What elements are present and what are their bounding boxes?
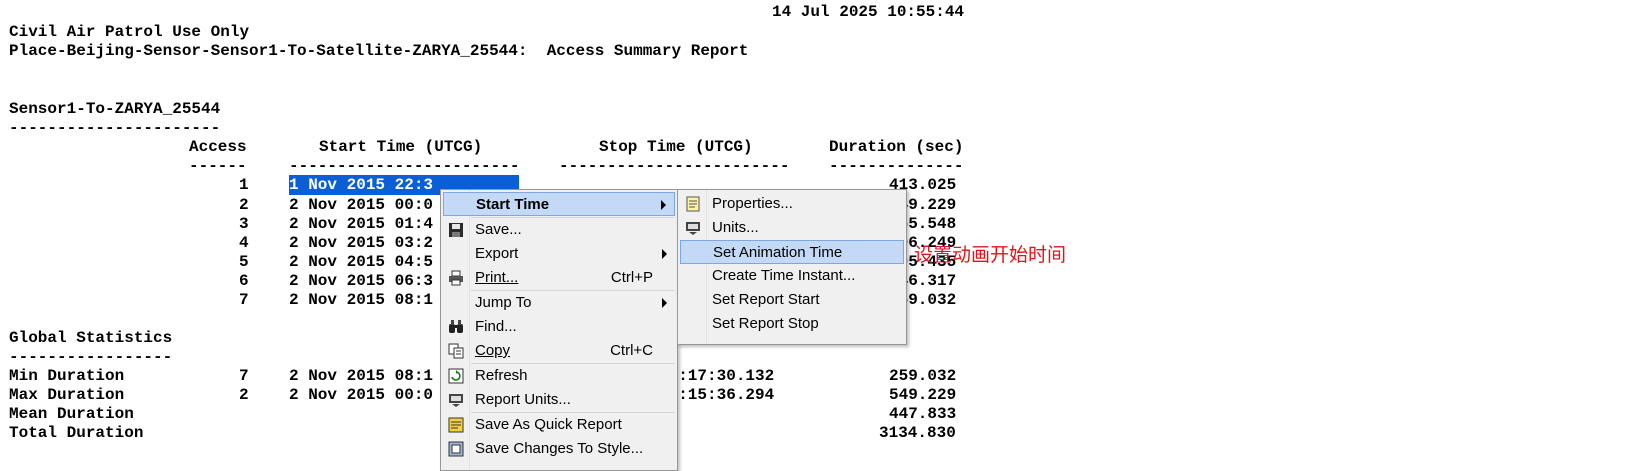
- submenu-item-label: Properties...: [712, 195, 793, 212]
- binoculars-icon: [448, 319, 464, 335]
- column-header-access: Access: [189, 138, 247, 156]
- menu-item-copy[interactable]: Copy Ctrl+C: [443, 339, 675, 363]
- properties-icon: [685, 196, 701, 212]
- min-duration-label: Min Duration: [9, 367, 125, 385]
- menu-item-label: Export: [475, 245, 519, 262]
- row-access: 4: [239, 234, 249, 252]
- menu-item-label: Refresh: [475, 367, 528, 384]
- submenu-arrow-icon: [662, 249, 667, 259]
- max-duration-start: 2 Nov 2015 00:0: [289, 386, 434, 404]
- rule-stop: ------------------------: [559, 157, 790, 175]
- printer-icon: [448, 270, 464, 286]
- menu-item-report-units[interactable]: Report Units...: [443, 388, 675, 412]
- row-start: 2 Nov 2015 04:5: [289, 253, 434, 271]
- quick-report-icon: [448, 417, 464, 433]
- units-icon: [448, 392, 464, 408]
- report-title: Place-Beijing-Sensor-Sensor1-To-Satellit…: [9, 42, 749, 60]
- submenu-item-label: Set Report Start: [712, 291, 820, 308]
- menu-item-shortcut: Ctrl+P: [610, 269, 653, 286]
- submenu-item-create-time-instant[interactable]: Create Time Instant...: [680, 264, 904, 288]
- rule-access: ------: [189, 157, 247, 175]
- menu-item-start-time[interactable]: Start Time: [443, 192, 675, 216]
- menu-item-label: Jump To: [475, 294, 532, 311]
- units-icon: [685, 220, 701, 236]
- refresh-icon: [448, 368, 464, 384]
- min-duration-value: 259.032: [889, 367, 957, 385]
- submenu-item-units[interactable]: Units...: [680, 216, 904, 240]
- section-underline: ----------------------: [9, 119, 221, 137]
- annotation-note: 设置动画开始时间: [914, 244, 1067, 266]
- menu-item-label: Print...: [475, 269, 519, 286]
- mean-duration-value: 447.833: [889, 405, 957, 423]
- start-time-submenu: Properties... Units... Set Animation Tim…: [677, 189, 907, 345]
- menu-item-refresh[interactable]: Refresh: [443, 364, 675, 388]
- max-duration-label: Max Duration: [9, 386, 125, 404]
- menu-item-label: Start Time: [476, 196, 550, 213]
- row-access: 2: [239, 196, 249, 214]
- max-duration-access: 2: [239, 386, 249, 404]
- menu-item-save[interactable]: Save...: [443, 218, 675, 242]
- column-header-stop: Stop Time (UTCG): [599, 138, 753, 156]
- submenu-item-set-report-start[interactable]: Set Report Start: [680, 288, 904, 312]
- submenu-item-properties[interactable]: Properties...: [680, 192, 904, 216]
- floppy-disk-icon: [448, 222, 464, 238]
- menu-item-save-quick-report[interactable]: Save As Quick Report: [443, 413, 675, 437]
- row-start: 2 Nov 2015 01:4: [289, 215, 434, 233]
- section-title: Sensor1-To-ZARYA_25544: [9, 100, 221, 118]
- menu-item-label: Copy: [475, 342, 511, 359]
- menu-item-label: Save...: [475, 221, 522, 238]
- row-start: 2 Nov 2015 03:2: [289, 234, 434, 252]
- report-timestamp: 14 Jul 2025 10:55:44: [772, 3, 965, 21]
- copy-icon: [448, 343, 464, 359]
- max-duration-value: 549.229: [889, 386, 957, 404]
- global-stats-underline: -----------------: [9, 348, 173, 366]
- submenu-arrow-icon: [661, 200, 666, 210]
- classification-line: Civil Air Patrol Use Only: [9, 23, 250, 41]
- row-start: 2 Nov 2015 08:1: [289, 291, 434, 309]
- menu-item-shortcut: Ctrl+C: [610, 342, 653, 359]
- rule-duration: --------------: [829, 157, 964, 175]
- submenu-item-label: Set Animation Time: [713, 244, 843, 261]
- submenu-item-set-report-stop[interactable]: Set Report Stop: [680, 312, 904, 336]
- mean-duration-label: Mean Duration: [9, 405, 134, 423]
- total-duration-value: 3134.830: [879, 424, 956, 442]
- submenu-item-label: Set Report Stop: [712, 315, 819, 332]
- menu-item-label: Save As Quick Report: [475, 416, 622, 433]
- menu-item-label: Save Changes To Style...: [475, 440, 644, 457]
- menu-item-export[interactable]: Export: [443, 242, 675, 266]
- column-header-duration: Duration (sec): [829, 138, 964, 156]
- submenu-item-label: Create Time Instant...: [712, 267, 856, 284]
- submenu-item-set-animation-time[interactable]: Set Animation Time: [680, 240, 904, 264]
- menu-item-save-changes-style[interactable]: Save Changes To Style...: [443, 437, 675, 461]
- total-duration-label: Total Duration: [9, 424, 144, 442]
- menu-item-jump-to[interactable]: Jump To: [443, 291, 675, 315]
- submenu-item-label: Units...: [712, 219, 759, 236]
- row-access: 6: [239, 272, 249, 290]
- menu-item-label: Find...: [475, 318, 517, 335]
- min-duration-start: 2 Nov 2015 08:1: [289, 367, 434, 385]
- row-start: 2 Nov 2015 06:3: [289, 272, 434, 290]
- row-access: 3: [239, 215, 249, 233]
- menu-item-find[interactable]: Find...: [443, 315, 675, 339]
- min-duration-access: 7: [239, 367, 249, 385]
- context-menu: Start Time Save... Export Print... Ctrl+…: [440, 189, 678, 471]
- menu-item-print[interactable]: Print... Ctrl+P: [443, 266, 675, 290]
- row-access: 1: [239, 176, 249, 194]
- menu-item-label: Report Units...: [475, 391, 571, 408]
- row-access: 7: [239, 291, 249, 309]
- row-access: 5: [239, 253, 249, 271]
- submenu-arrow-icon: [662, 298, 667, 308]
- column-header-start: Start Time (UTCG): [319, 138, 483, 156]
- row-start: 2 Nov 2015 00:0: [289, 196, 434, 214]
- rule-start: ------------------------: [289, 157, 520, 175]
- style-icon: [448, 441, 464, 457]
- global-stats-title: Global Statistics: [9, 329, 173, 347]
